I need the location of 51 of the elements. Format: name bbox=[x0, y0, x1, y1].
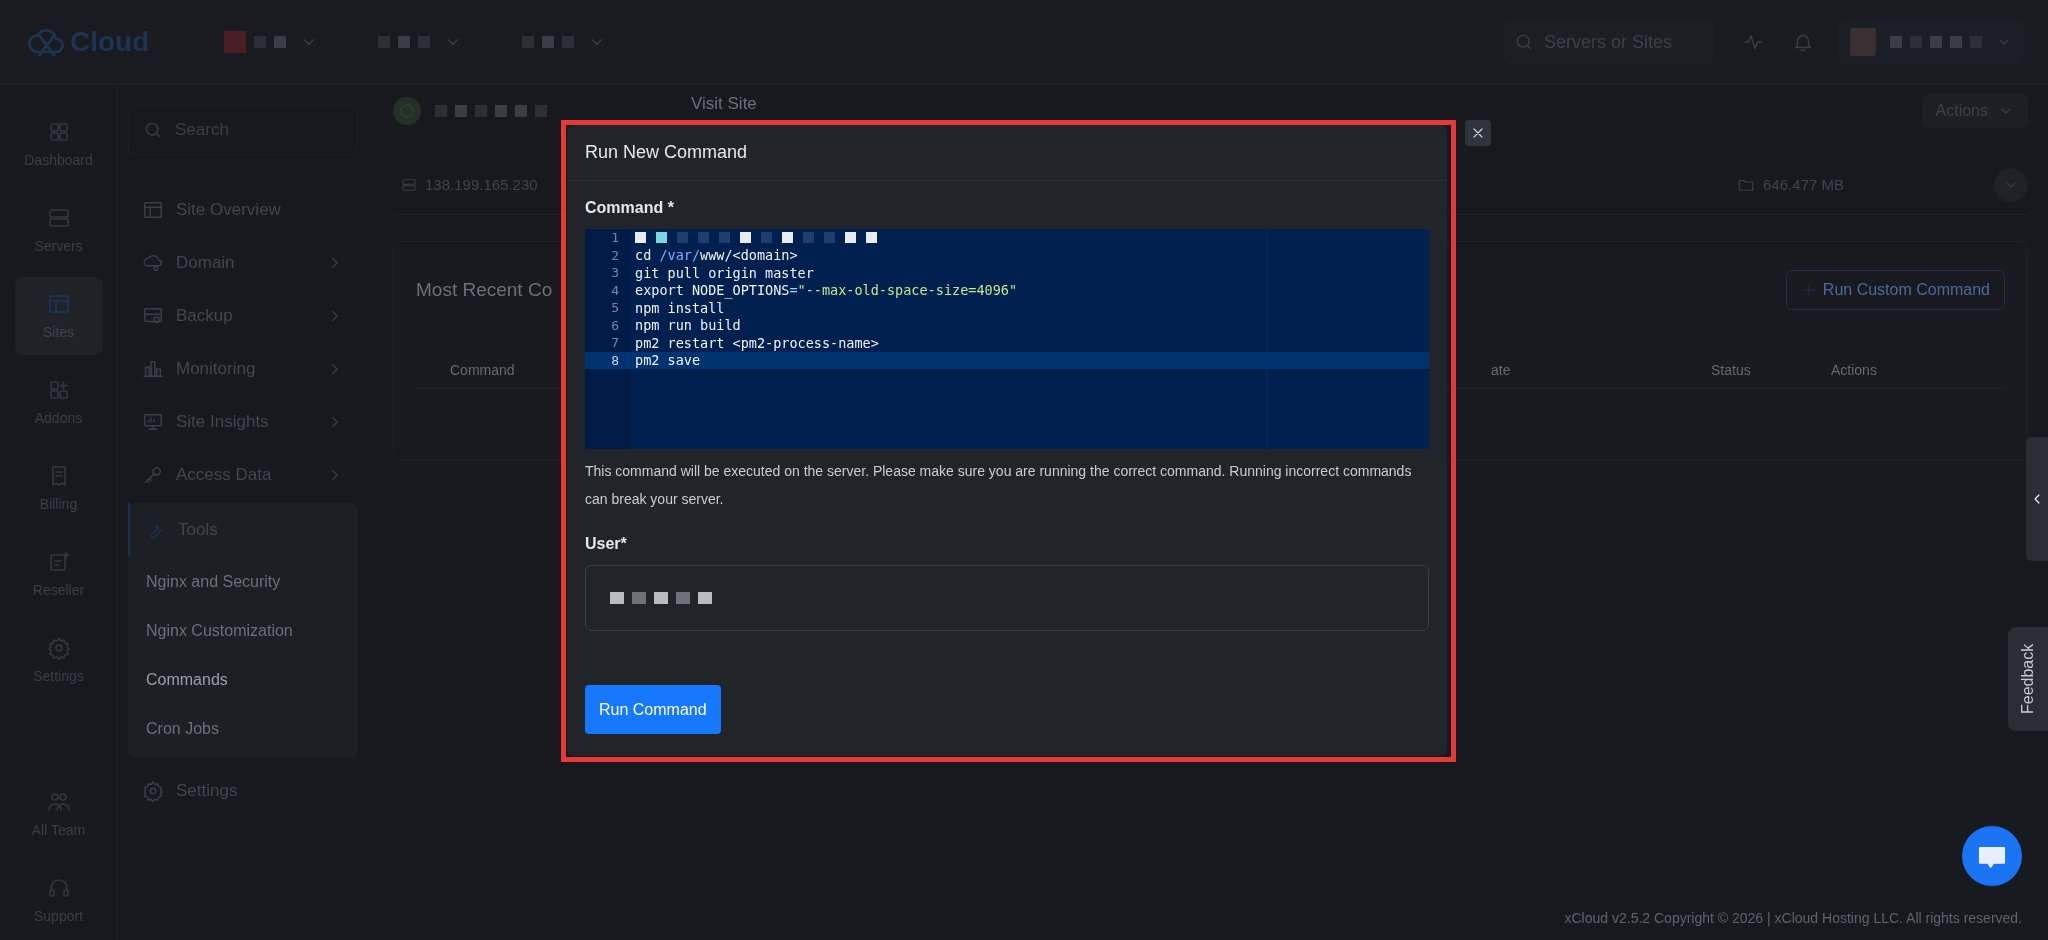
line-number: 6 bbox=[610, 317, 620, 333]
layout-icon bbox=[46, 292, 71, 316]
field-label: Command * bbox=[585, 199, 674, 217]
settings-icon bbox=[142, 779, 164, 802]
line-number: 3 bbox=[610, 265, 620, 281]
code-line: export NODE_OPTIONS="--max-old-space-size=4096" bbox=[634, 282, 1018, 299]
user-field[interactable] bbox=[585, 565, 1429, 631]
close-button[interactable] bbox=[1465, 120, 1491, 146]
column-header: Status bbox=[1711, 362, 1752, 378]
run-custom-command-button[interactable]: Run Custom Command bbox=[1785, 270, 2005, 310]
code-editor[interactable]: 1 2 cd /var/www/<domain> 3 git pull origin master 4 export NODE_OPTIONS="--max-old-space-size=4096" 5 npm install 6 npm run build 7 pm2 restart <pm2-process-name> 8 pm2 save bbox=[585, 229, 1429, 449]
column-header: Command bbox=[450, 362, 516, 378]
code-line: npm install bbox=[634, 299, 725, 316]
help-text: This command will be executed on the server. Please make sure you are running the correct command. Running incorrect commands can break your server. bbox=[585, 462, 1413, 509]
column-header: Actions bbox=[1831, 362, 1878, 378]
code-line: npm run build bbox=[634, 317, 741, 334]
chat-button[interactable] bbox=[1962, 826, 2022, 886]
plus-icon bbox=[1800, 282, 1817, 298]
column-header: ate bbox=[1491, 362, 1512, 378]
dialog-title: Run New Command bbox=[567, 125, 1447, 181]
search-icon bbox=[1514, 32, 1534, 52]
line-number: 5 bbox=[610, 300, 620, 316]
code-line: pm2 save bbox=[634, 352, 701, 369]
code-line: pm2 restart <pm2-process-name> bbox=[634, 334, 879, 351]
card-title: Most Recent Co bbox=[416, 279, 553, 301]
footer-text: xCloud v2.5.2 Copyright © 2026 | xCloud Hosting LLC. All rights reserved. bbox=[1564, 910, 2022, 926]
line-number: 8 bbox=[610, 352, 620, 368]
panel-toggle[interactable] bbox=[2026, 437, 2048, 561]
line-number: 1 bbox=[610, 230, 620, 246]
line-number: 2 bbox=[610, 247, 620, 263]
headset-icon bbox=[46, 876, 71, 900]
avatar bbox=[1850, 28, 1876, 56]
field-label: User* bbox=[585, 535, 627, 553]
feedback-tab[interactable]: Feedback bbox=[2008, 627, 2048, 731]
submenu-item[interactable]: Nginx and Security bbox=[128, 556, 358, 605]
user-menu[interactable] bbox=[1838, 20, 2024, 64]
run-command-button[interactable]: Run Command bbox=[585, 685, 721, 734]
line-number: 7 bbox=[610, 335, 620, 351]
team-icon bbox=[46, 790, 71, 814]
line-number: 4 bbox=[610, 282, 620, 298]
settings-icon bbox=[46, 636, 71, 660]
server-icon bbox=[401, 176, 417, 193]
submenu-item[interactable]: Commands bbox=[128, 654, 358, 703]
search-icon bbox=[143, 120, 163, 140]
code-line: cd /var/www/<domain> bbox=[634, 247, 798, 264]
server-icon bbox=[46, 206, 71, 230]
submenu-item[interactable]: Nginx Customization bbox=[128, 605, 358, 654]
submenu-item[interactable]: Cron Jobs bbox=[128, 703, 358, 752]
code-line: git pull origin master bbox=[634, 264, 814, 281]
expand-button[interactable] bbox=[1994, 167, 2028, 202]
visit-site-link[interactable]: Visit Site bbox=[691, 94, 757, 114]
